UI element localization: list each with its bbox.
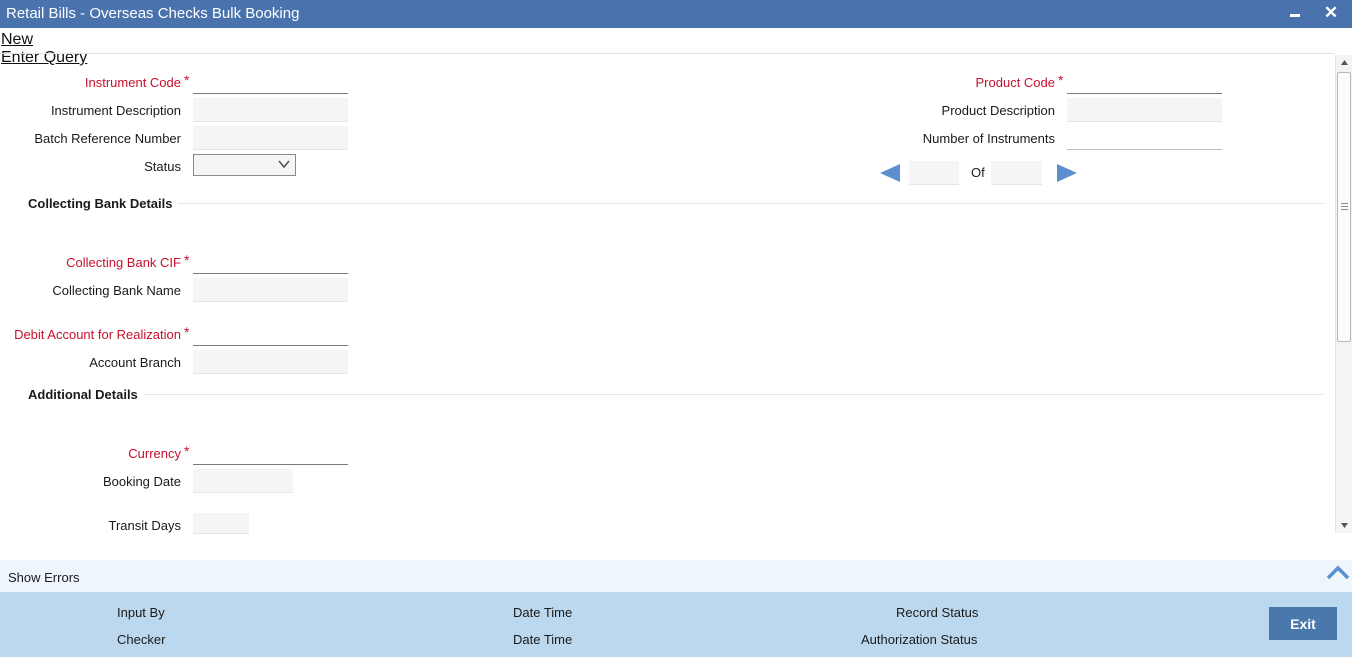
menu-divider (0, 53, 1335, 54)
status-select[interactable] (193, 154, 296, 176)
arrow-left-icon[interactable] (878, 163, 902, 183)
section-divider (28, 394, 1324, 395)
required-marker: * (184, 72, 190, 88)
collecting-bank-name-input[interactable] (193, 278, 348, 302)
debit-account-input[interactable] (193, 322, 348, 346)
new-link[interactable]: New (1, 31, 34, 49)
chevron-up-icon[interactable] (1326, 562, 1350, 582)
additional-details-section-title: Additional Details (28, 387, 144, 402)
required-marker: * (184, 252, 190, 268)
arrow-right-icon[interactable] (1055, 163, 1079, 183)
product-code-input[interactable] (1067, 70, 1222, 94)
required-marker: * (184, 324, 190, 340)
product-code-label: Product Code (975, 75, 1056, 90)
collecting-bank-section-title: Collecting Bank Details (28, 196, 179, 211)
account-branch-label: Account Branch (89, 355, 181, 370)
action-menu: New Enter Query (0, 28, 1352, 67)
window-titlebar: Retail Bills - Overseas Checks Bulk Book… (0, 0, 1352, 28)
instrument-code-input[interactable] (193, 70, 348, 94)
currency-input[interactable] (193, 441, 348, 465)
input-by-label: Input By (117, 605, 165, 620)
vertical-scrollbar[interactable] (1335, 55, 1352, 533)
instrument-code-label: Instrument Code (84, 75, 181, 90)
current-page-input[interactable] (909, 161, 959, 185)
close-icon[interactable]: ✕ (1320, 2, 1342, 24)
collecting-bank-cif-label: Collecting Bank CIF (66, 255, 181, 270)
batch-reference-number-input[interactable] (193, 126, 348, 150)
number-of-instruments-label: Number of Instruments (922, 131, 1055, 146)
instrument-description-input[interactable] (193, 98, 348, 122)
instrument-description-label: Instrument Description (50, 103, 181, 118)
chevron-down-icon (278, 160, 290, 169)
input-date-time-label: Date Time (513, 605, 573, 620)
product-description-label: Product Description (941, 103, 1055, 118)
record-status-label: Record Status (896, 605, 979, 620)
checker-date-time-label: Date Time (513, 632, 573, 647)
scrollbar-thumb[interactable] (1337, 72, 1351, 342)
required-marker: * (184, 443, 190, 459)
scroll-up-icon[interactable] (1340, 58, 1349, 67)
collecting-bank-cif-input[interactable] (193, 250, 348, 274)
authorization-status-label: Authorization Status (861, 632, 978, 647)
account-branch-input[interactable] (193, 350, 348, 374)
transit-days-label: Transit Days (108, 518, 181, 533)
section-divider (28, 203, 1324, 204)
batch-reference-number-label: Batch Reference Number (34, 131, 181, 146)
debit-account-label: Debit Account for Realization (14, 327, 181, 342)
total-pages-input[interactable] (991, 161, 1042, 185)
booking-date-input[interactable] (193, 469, 293, 493)
collecting-bank-name-label: Collecting Bank Name (52, 283, 181, 298)
window-title: Retail Bills - Overseas Checks Bulk Book… (6, 5, 300, 22)
transit-days-input[interactable] (193, 513, 249, 534)
exit-button[interactable]: Exit (1269, 607, 1337, 640)
required-marker: * (1058, 72, 1064, 88)
of-label: Of (971, 165, 985, 180)
audit-footer: Input By Checker Date Time Date Time Rec… (0, 592, 1352, 657)
product-description-input[interactable] (1067, 98, 1222, 122)
currency-label: Currency (128, 446, 181, 461)
errors-bar: Show Errors (0, 560, 1352, 592)
checker-label: Checker (117, 632, 166, 647)
form-content: Instrument Code * Instrument Description… (0, 55, 1335, 560)
booking-date-label: Booking Date (102, 474, 181, 489)
show-errors-link[interactable]: Show Errors (8, 570, 80, 585)
scroll-down-icon[interactable] (1340, 521, 1349, 530)
minimize-icon[interactable] (1284, 2, 1306, 24)
status-label: Status (144, 159, 181, 174)
number-of-instruments-input[interactable] (1067, 126, 1222, 150)
